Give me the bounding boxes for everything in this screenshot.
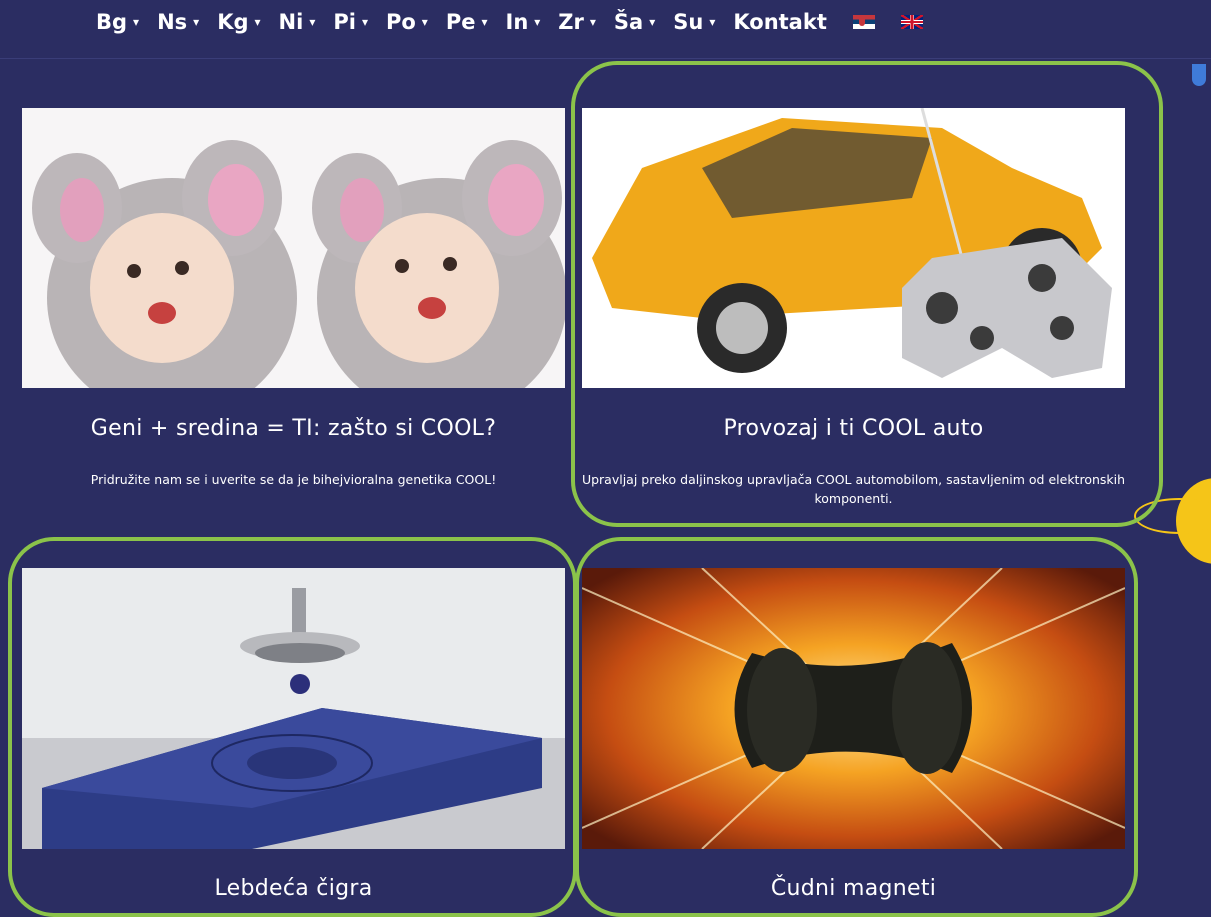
nav-item-label: Bg (96, 10, 128, 34)
card-title[interactable]: Geni + sredina = TI: zašto si COOL? (22, 416, 565, 441)
nav-item-kontakt[interactable]: Kontakt (733, 10, 827, 34)
card-title[interactable]: Lebdeća čigra (22, 876, 565, 901)
nav-item-label: Su (673, 10, 704, 34)
workshop-card-strange-magnets[interactable]: Čudni magneti (582, 568, 1125, 901)
nav-item-label: Pe (445, 10, 476, 34)
chevron-down-icon: ▾ (649, 15, 656, 29)
nav-item-po[interactable]: Po ▾ (386, 10, 428, 34)
serbia-flag-icon (852, 15, 875, 29)
chevron-down-icon: ▾ (361, 15, 368, 29)
chevron-down-icon: ▾ (709, 15, 716, 29)
workshop-card-levitating-top[interactable]: Lebdeća čigra (22, 568, 565, 901)
top-navigation: Bg ▾ Ns ▾ Kg ▾ Ni ▾ Pi ▾ Po ▾ Pe ▾ In ▾ Zr ▾ Ša ▾ … (0, 0, 1211, 59)
nav-menu: Bg ▾ Ns ▾ Kg ▾ Ni ▾ Pi ▾ Po ▾ Pe ▾ In ▾ Zr ▾ Ša ▾ … (96, 10, 923, 34)
nav-item-label: Kontakt (733, 10, 827, 34)
nav-item-sa[interactable]: Ša ▾ (614, 10, 655, 34)
chevron-down-icon: ▾ (254, 15, 261, 29)
card-description: Pridružite nam se i uverite se da je bih… (90, 472, 497, 487)
nav-item-pe[interactable]: Pe ▾ (446, 10, 488, 34)
rc-car-image (582, 108, 1125, 388)
nav-item-zr[interactable]: Zr ▾ (558, 10, 596, 34)
chevron-down-icon: ▾ (193, 15, 200, 29)
uk-flag-icon (900, 15, 923, 29)
levitating-top-image (22, 568, 565, 849)
chevron-down-icon: ▾ (309, 15, 316, 29)
nav-item-in[interactable]: In ▾ (506, 10, 541, 34)
nav-item-pi[interactable]: Pi ▾ (333, 10, 368, 34)
language-serbian[interactable] (845, 15, 875, 29)
ferrofluid-magnets-image (582, 568, 1125, 849)
nav-item-label: Ns (157, 10, 188, 34)
nav-item-label: Kg (217, 10, 249, 34)
nav-item-label: Zr (558, 10, 584, 34)
nav-item-label: Ša (613, 10, 644, 34)
decorative-blue-shape (1192, 64, 1206, 86)
card-title[interactable]: Čudni magneti (582, 876, 1125, 901)
language-english[interactable] (893, 15, 923, 29)
nav-item-ns[interactable]: Ns ▾ (157, 10, 199, 34)
chevron-down-icon: ▾ (534, 15, 541, 29)
nav-item-label: In (505, 10, 529, 34)
nav-item-ni[interactable]: Ni ▾ (279, 10, 316, 34)
chevron-down-icon: ▾ (589, 15, 596, 29)
nav-item-bg[interactable]: Bg ▾ (96, 10, 139, 34)
babies-image (22, 108, 565, 388)
workshop-card-genetics[interactable]: Geni + sredina = TI: zašto si COOL? Prid… (22, 108, 565, 528)
card-description: Upravljaj preko daljinskog upravljača CO… (581, 472, 1126, 506)
card-title[interactable]: Provozaj i ti COOL auto (582, 416, 1125, 441)
chevron-down-icon: ▾ (133, 15, 140, 29)
workshop-card-rc-car[interactable]: Provozaj i ti COOL auto Upravljaj preko … (582, 108, 1125, 528)
nav-item-label: Ni (278, 10, 304, 34)
nav-item-label: Po (385, 10, 416, 34)
nav-item-kg[interactable]: Kg ▾ (217, 10, 260, 34)
decorative-yellow-ring (1134, 498, 1211, 534)
nav-item-label: Pi (333, 10, 356, 34)
chevron-down-icon: ▾ (421, 15, 428, 29)
nav-item-su[interactable]: Su ▾ (673, 10, 715, 34)
chevron-down-icon: ▾ (481, 15, 488, 29)
